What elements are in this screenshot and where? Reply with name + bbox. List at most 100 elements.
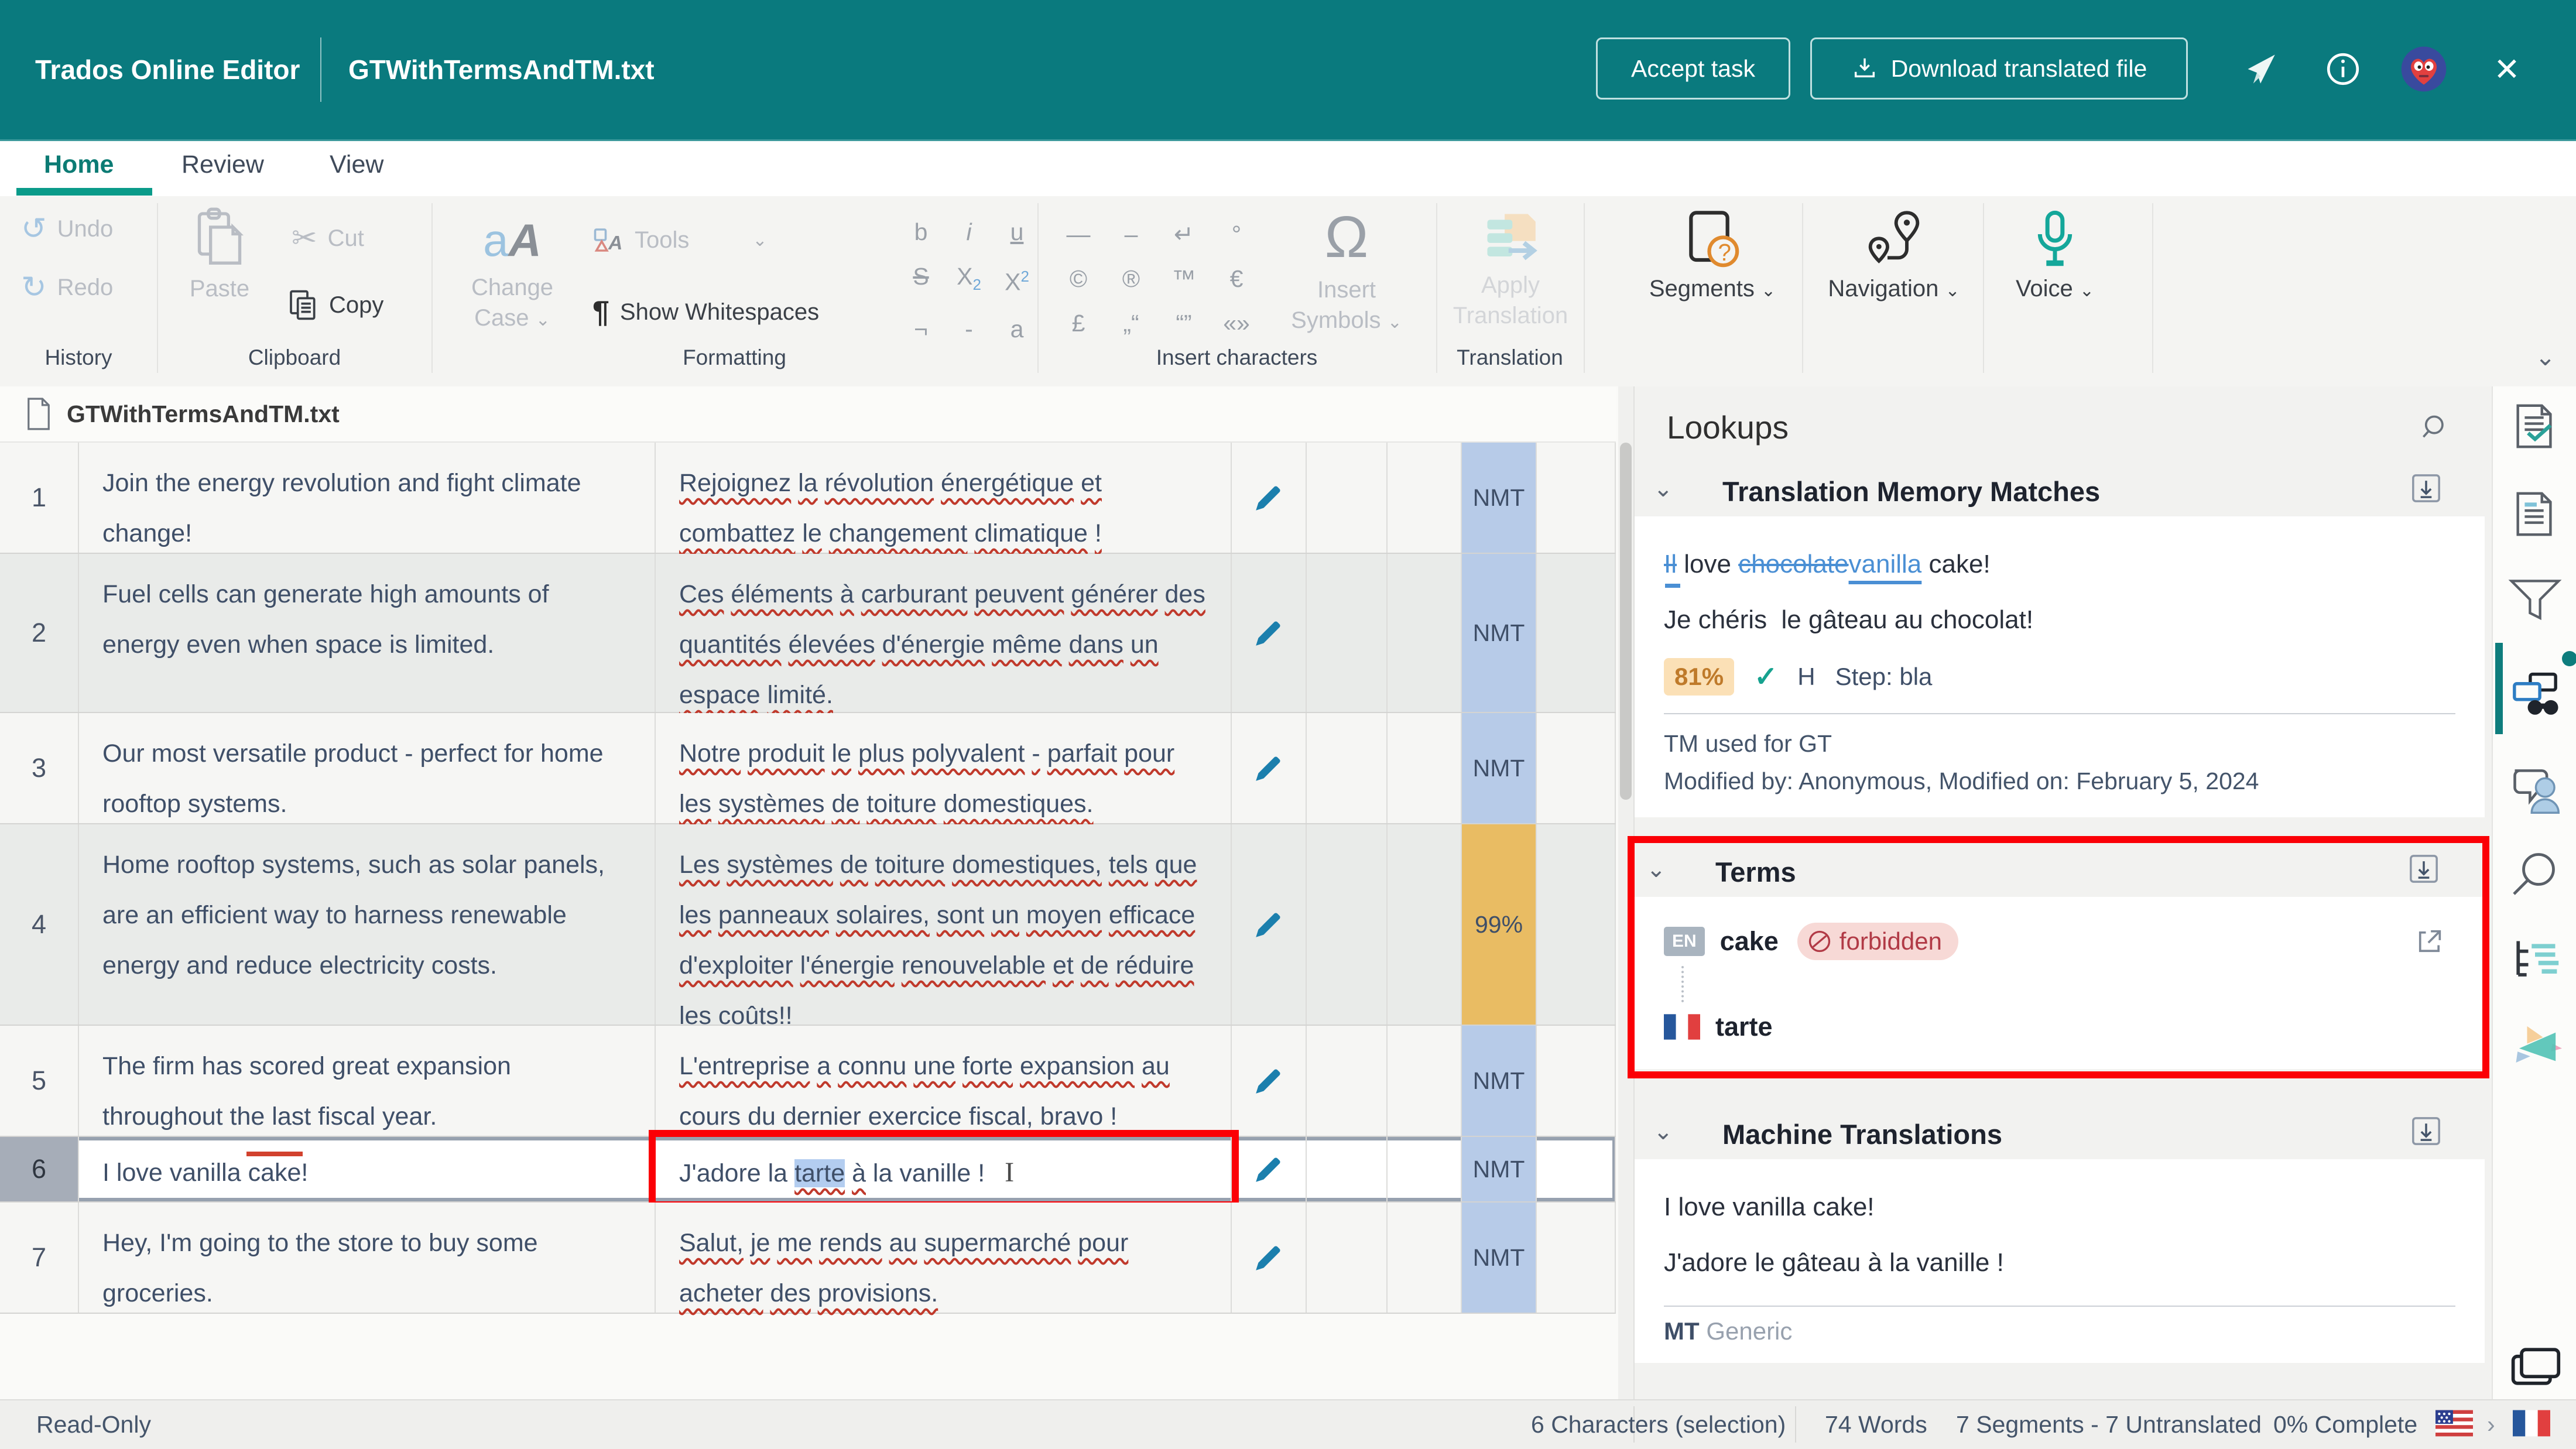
comment-cell[interactable] (1307, 443, 1388, 553)
comment-cell[interactable] (1307, 554, 1388, 712)
file-preview-icon[interactable] (2508, 487, 2562, 541)
lock-cell[interactable] (1388, 1137, 1462, 1201)
target-cell[interactable]: Ces éléments à carburant peuvent générer… (656, 554, 1232, 712)
insert-char-button[interactable]: € (1218, 261, 1255, 297)
search-icon[interactable] (2508, 848, 2562, 902)
us-flag-icon[interactable] (2435, 1410, 2473, 1437)
close-icon[interactable]: ✕ (2483, 46, 2530, 93)
lookups-icon[interactable] (2508, 666, 2562, 720)
lookups-search-icon[interactable] (2420, 412, 2451, 443)
letter-button[interactable]: a (1001, 311, 1033, 347)
filter-icon[interactable] (2508, 573, 2562, 626)
target-cell[interactable]: Salut, je me rends au supermarché pour a… (656, 1203, 1232, 1313)
tm-match-card[interactable]: Il love chocolatevanilla cake! Je chéris… (1635, 516, 2485, 817)
paste-button[interactable]: Paste (176, 205, 263, 302)
navigation-menu-button[interactable]: Navigation ⌄ (1821, 205, 1967, 302)
source-cell[interactable]: Fuel cells can generate high amounts of … (79, 554, 656, 712)
outline-icon[interactable] (2508, 934, 2562, 988)
source-cell[interactable]: Join the energy revolution and fight cli… (79, 443, 656, 553)
insert-char-button[interactable]: ® (1112, 261, 1150, 297)
open-termbase-icon[interactable] (2414, 926, 2445, 957)
segment-number[interactable]: 7 (0, 1203, 79, 1313)
file-check-icon[interactable] (2508, 399, 2562, 453)
segment-number[interactable]: 4 (0, 824, 79, 1025)
undo-button[interactable]: ↺ Undo (21, 214, 113, 244)
lock-cell[interactable] (1388, 1026, 1462, 1136)
accept-task-button[interactable]: Accept task (1596, 37, 1790, 100)
layers-icon[interactable] (2508, 1340, 2562, 1393)
lock-cell[interactable] (1388, 1203, 1462, 1313)
lock-cell[interactable] (1388, 713, 1462, 823)
edit-segment-button[interactable] (1232, 824, 1307, 1025)
avatar[interactable] (2400, 46, 2447, 93)
insert-char-button[interactable]: — (1060, 216, 1097, 252)
comment-cell[interactable] (1307, 1026, 1388, 1136)
target-cell-annotated[interactable]: J'adore la tarte à la vanille !I (656, 1137, 1232, 1201)
insert-char-button[interactable]: ° (1218, 216, 1255, 252)
show-whitespaces-button[interactable]: ¶ Show Whitespaces (592, 294, 819, 330)
lock-cell[interactable] (1388, 443, 1462, 553)
comments-icon[interactable] (2508, 762, 2562, 816)
edit-segment-button[interactable] (1232, 1026, 1307, 1136)
target-cell[interactable]: L'entreprise a connu une forte expansion… (656, 1026, 1232, 1136)
terms-card[interactable]: EN cake forbidden (1635, 897, 2482, 1069)
copy-button[interactable]: Copy (288, 289, 383, 321)
edit-segment-button[interactable] (1232, 1203, 1307, 1313)
segment-number[interactable]: 1 (0, 443, 79, 553)
document-tab[interactable]: GTWithTermsAndTM.txt (0, 386, 1616, 443)
apply-translation-button[interactable]: Apply Translation (1446, 204, 1575, 331)
strikethrough-button[interactable]: S (905, 258, 937, 303)
edit-segment-button[interactable] (1232, 554, 1307, 712)
info-icon[interactable] (2320, 46, 2366, 93)
tab-review[interactable]: Review (181, 150, 264, 179)
terms-apply-icon[interactable] (2407, 852, 2440, 885)
mt-collapse-icon[interactable]: ⌄ (1653, 1118, 1673, 1145)
optional-hyphen-button[interactable]: ¬ (905, 311, 937, 347)
insert-char-button[interactable]: £ (1060, 305, 1097, 341)
superscript-button[interactable]: X2 (1001, 258, 1033, 303)
insert-char-button[interactable]: „“ (1112, 305, 1150, 341)
tab-home[interactable]: Home (44, 150, 114, 179)
target-cell[interactable]: Les systèmes de toiture domestiques, tel… (656, 824, 1232, 1025)
cut-button[interactable]: ✂ Cut (292, 221, 364, 256)
source-cell[interactable]: I love vanilla cake! (79, 1137, 656, 1201)
voice-menu-button[interactable]: Voice ⌄ (2002, 205, 2108, 302)
underline-button[interactable]: u (1001, 214, 1033, 250)
edit-segment-button[interactable] (1232, 1137, 1307, 1201)
tm-collapse-icon[interactable]: ⌄ (1653, 475, 1673, 502)
tools-button[interactable]: A Tools ⌄ (592, 224, 768, 256)
source-cell[interactable]: Our most versatile product - perfect for… (79, 713, 656, 823)
insert-symbols-button[interactable]: Ω Insert Symbols ⌄ (1276, 200, 1417, 338)
download-translated-file-button[interactable]: Download translated file (1810, 37, 2188, 100)
subscript-button[interactable]: X2 (953, 258, 985, 303)
segment-number[interactable]: 2 (0, 554, 79, 712)
lock-cell[interactable] (1388, 554, 1462, 712)
mt-card[interactable]: I love vanilla cake! J'adore le gâteau à… (1635, 1159, 2485, 1363)
segment-number[interactable]: 6 (0, 1137, 79, 1201)
comment-cell[interactable] (1307, 1203, 1388, 1313)
lock-cell[interactable] (1388, 824, 1462, 1025)
segment-number[interactable]: 3 (0, 713, 79, 823)
insert-char-button[interactable]: ↵ (1165, 216, 1203, 252)
source-cell[interactable]: Home rooftop systems, such as solar pane… (79, 824, 656, 1025)
insert-char-button[interactable]: “” (1165, 305, 1203, 341)
collapse-ribbon-icon[interactable]: ⌄ (2535, 342, 2556, 371)
tab-view[interactable]: View (330, 150, 383, 179)
insert-char-button[interactable]: «» (1218, 305, 1255, 341)
fr-flag-icon[interactable] (2513, 1410, 2550, 1437)
terms-collapse-icon[interactable]: ⌄ (1646, 856, 1666, 883)
insert-char-button[interactable]: – (1112, 216, 1150, 252)
editor-scrollbar-thumb[interactable] (1620, 443, 1632, 800)
bold-button[interactable]: b (905, 214, 937, 250)
edit-segment-button[interactable] (1232, 443, 1307, 553)
redo-button[interactable]: ↻ Redo (21, 272, 113, 303)
segment-number[interactable]: 5 (0, 1026, 79, 1136)
hyphen-button[interactable]: - (953, 311, 985, 347)
change-case-button[interactable]: aA Change Case ⌄ (454, 208, 571, 335)
tm-apply-icon[interactable] (2410, 472, 2443, 505)
edit-segment-button[interactable] (1232, 713, 1307, 823)
target-cell[interactable]: Rejoignez la révolution énergétique et c… (656, 443, 1232, 553)
mt-apply-icon[interactable] (2410, 1115, 2443, 1147)
insert-char-button[interactable]: ™ (1165, 261, 1203, 297)
comment-cell[interactable] (1307, 1137, 1388, 1201)
